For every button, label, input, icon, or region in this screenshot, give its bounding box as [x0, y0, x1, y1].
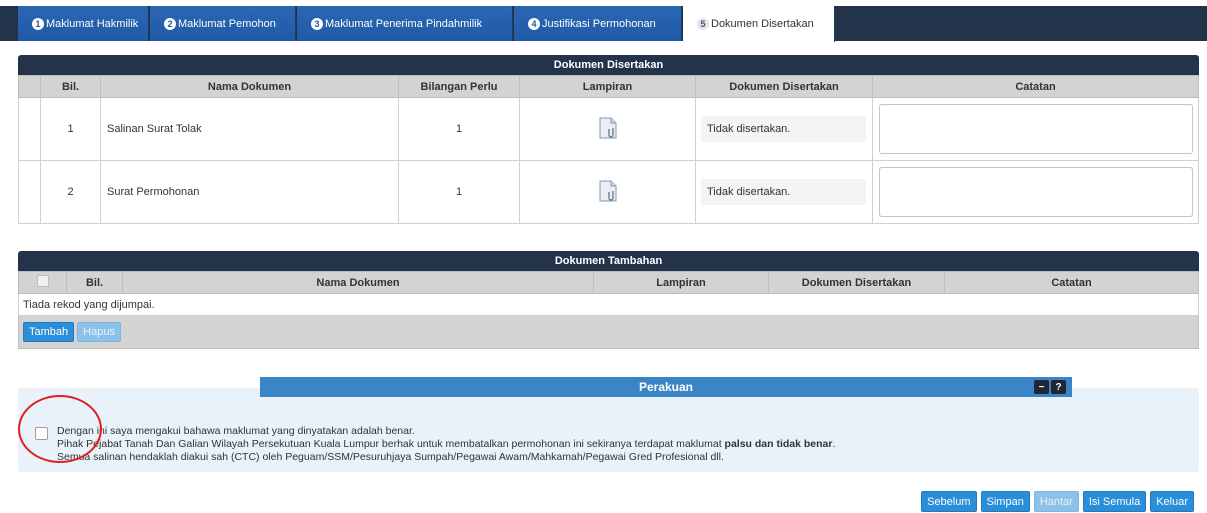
- cell-catatan: [872, 97, 1199, 161]
- cell-bil: 1: [40, 97, 101, 161]
- table-header-row: Bil. Nama Dokumen Lampiran Dokumen Diser…: [18, 271, 1199, 294]
- cell-nama-dokumen: Salinan Surat Tolak: [100, 97, 399, 161]
- tab-justifikasi-permohonan[interactable]: 4 Justifikasi Permohonan: [514, 6, 682, 41]
- row-select-cell: [18, 160, 41, 224]
- tab-label: Maklumat Penerima Pindahmilik: [325, 17, 483, 30]
- tab-dokumen-disertakan[interactable]: 5 Dokumen Disertakan: [683, 6, 835, 42]
- perakuan-header: Perakuan − ?: [260, 377, 1072, 397]
- minimize-icon[interactable]: −: [1034, 380, 1049, 394]
- perakuan-controls: − ?: [1034, 380, 1066, 394]
- cell-lampiran: [519, 97, 696, 161]
- perakuan-line-3: Semua salinan hendaklah diakui sah (CTC)…: [57, 451, 724, 463]
- step-number-badge: 2: [164, 17, 176, 30]
- empty-row: Tiada rekod yang dijumpai.: [18, 293, 1199, 316]
- perakuan-line-2: Pihak Pejabat Tanah Dan Galian Wilayah P…: [57, 438, 835, 451]
- column-header-bilangan: Bilangan Perlu: [398, 75, 520, 98]
- column-header-nama: Nama Dokumen: [100, 75, 399, 98]
- annotation-red-circle: [18, 395, 102, 463]
- action-buttons: Sebelum Simpan Hantar Isi Semula Keluar: [921, 491, 1194, 512]
- tab-label: Maklumat Hakmilik: [46, 17, 139, 30]
- cell-dokumen-disertakan: Tidak disertakan.: [695, 97, 873, 161]
- table-header-row: Bil. Nama Dokumen Bilangan Perlu Lampira…: [18, 75, 1199, 98]
- simpan-button[interactable]: Simpan: [980, 491, 1030, 512]
- tab-label: Maklumat Pemohon: [178, 17, 276, 30]
- cell-dokumen-disertakan: Tidak disertakan.: [695, 160, 873, 224]
- tambah-button[interactable]: Tambah: [23, 322, 75, 342]
- perakuan-line-1: Dengan ini saya mengakui bahawa maklumat…: [57, 425, 415, 437]
- tab-bar: 1 Maklumat Hakmilik 2 Maklumat Pemohon 3…: [0, 6, 1207, 42]
- hapus-button[interactable]: Hapus: [77, 322, 121, 342]
- cell-catatan: [872, 160, 1199, 224]
- column-header-lampiran: Lampiran: [519, 75, 696, 98]
- tambahan-table: Bil. Nama Dokumen Lampiran Dokumen Diser…: [18, 271, 1199, 316]
- cell-bilangan: 1: [398, 97, 520, 161]
- column-header-disertakan: Dokumen Disertakan: [695, 75, 873, 98]
- panel-title: Dokumen Disertakan: [18, 55, 1199, 75]
- table-row: 2 Surat Permohonan 1 Tidak disertakan.: [18, 160, 1199, 224]
- dokumen-tambahan-panel: Dokumen Tambahan Bil. Nama Dokumen Lampi…: [18, 251, 1199, 349]
- perakuan-line-2-bold: palsu dan tidak benar: [724, 438, 833, 450]
- column-header-bil: Bil.: [66, 271, 123, 294]
- catatan-textarea[interactable]: [879, 167, 1193, 217]
- column-header-nama: Nama Dokumen: [122, 271, 594, 294]
- isi-semula-button[interactable]: Isi Semula: [1082, 491, 1147, 512]
- status-text: Tidak disertakan.: [701, 116, 866, 142]
- select-all-header: [18, 271, 67, 294]
- status-text: Tidak disertakan.: [701, 179, 866, 205]
- perakuan-title: Perakuan: [638, 380, 694, 394]
- perakuan-line-2-text: Pihak Pejabat Tanah Dan Galian Wilayah P…: [57, 438, 725, 450]
- table-row: 1 Salinan Surat Tolak 1 Tidak disertakan…: [18, 97, 1199, 161]
- empty-message: Tiada rekod yang dijumpai.: [18, 293, 1199, 316]
- column-header-catatan: Catatan: [944, 271, 1199, 294]
- dokumen-table: Bil. Nama Dokumen Bilangan Perlu Lampira…: [18, 75, 1199, 224]
- step-number-badge: 4: [528, 17, 540, 30]
- attach-document-icon[interactable]: [599, 117, 617, 142]
- cell-lampiran: [519, 160, 696, 224]
- tab-label: Dokumen Disertakan: [711, 18, 814, 30]
- column-header-disertakan: Dokumen Disertakan: [768, 271, 945, 294]
- catatan-textarea[interactable]: [879, 104, 1193, 154]
- tambahan-button-row: Tambah Hapus: [18, 316, 1199, 349]
- row-select-cell: [18, 97, 41, 161]
- panel-title: Dokumen Tambahan: [18, 251, 1199, 271]
- cell-bilangan: 1: [398, 160, 520, 224]
- perakuan-line-2-end: .: [832, 438, 836, 450]
- keluar-button[interactable]: Keluar: [1150, 491, 1194, 512]
- help-icon[interactable]: ?: [1051, 380, 1066, 394]
- select-header: [18, 75, 41, 98]
- cell-nama-dokumen: Surat Permohonan: [100, 160, 399, 224]
- sebelum-button[interactable]: Sebelum: [921, 491, 977, 512]
- cell-bil: 2: [40, 160, 101, 224]
- step-number-badge: 5: [697, 18, 709, 30]
- column-header-catatan: Catatan: [872, 75, 1199, 98]
- step-number-badge: 3: [311, 17, 323, 30]
- dokumen-disertakan-panel: Dokumen Disertakan Bil. Nama Dokumen Bil…: [18, 55, 1199, 224]
- select-all-checkbox[interactable]: [36, 275, 49, 287]
- column-header-lampiran: Lampiran: [593, 271, 769, 294]
- tab-maklumat-hakmilik[interactable]: 1 Maklumat Hakmilik: [18, 6, 149, 41]
- hantar-button[interactable]: Hantar: [1033, 491, 1079, 512]
- tab-label: Justifikasi Permohonan: [542, 17, 656, 30]
- tab-maklumat-pemohon[interactable]: 2 Maklumat Pemohon: [150, 6, 296, 41]
- perakuan-text: Dengan ini saya mengakui bahawa maklumat…: [57, 425, 835, 464]
- column-header-bil: Bil.: [40, 75, 101, 98]
- tab-maklumat-penerima-pindahmilik[interactable]: 3 Maklumat Penerima Pindahmilik: [297, 6, 513, 41]
- step-number-badge: 1: [32, 17, 44, 30]
- attach-document-icon[interactable]: [599, 180, 617, 205]
